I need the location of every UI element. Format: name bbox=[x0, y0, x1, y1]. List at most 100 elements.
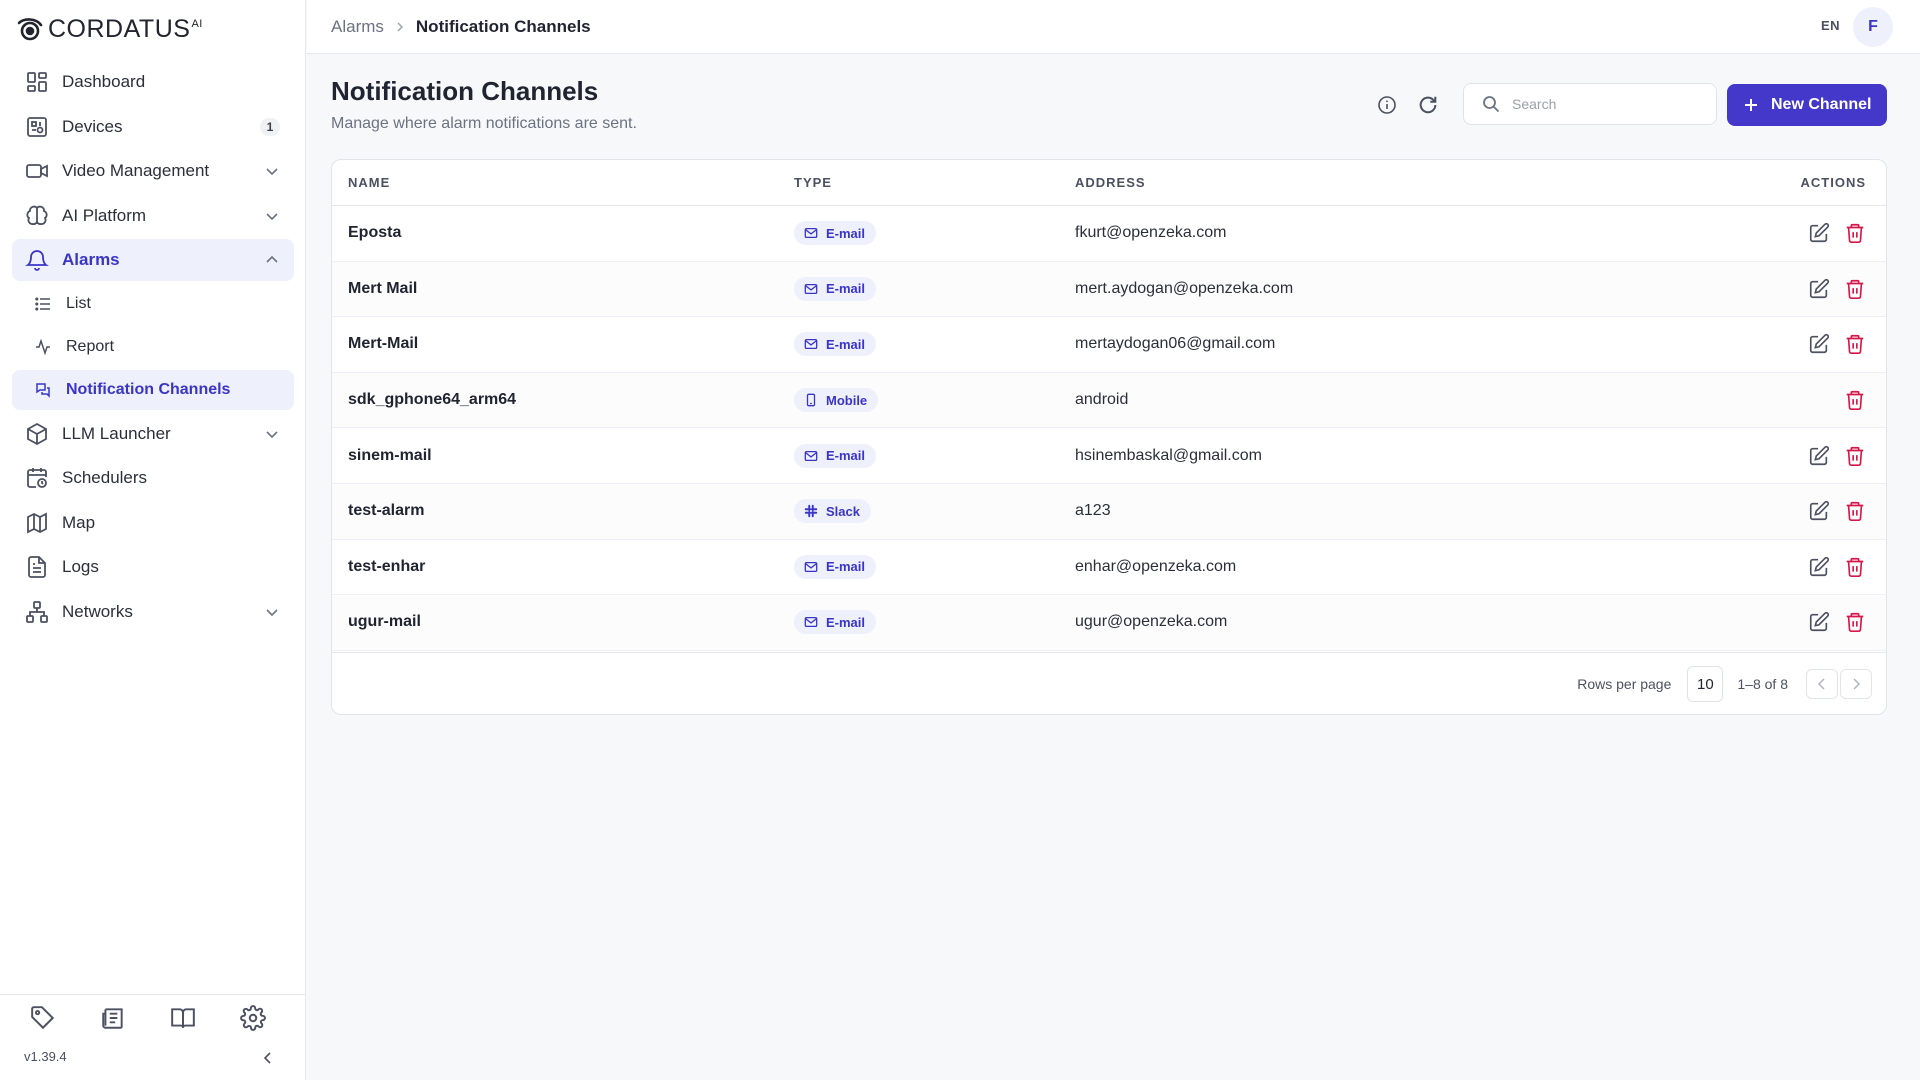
next-page-button[interactable] bbox=[1840, 668, 1872, 699]
sidebar-item-alarms[interactable]: Alarms bbox=[12, 239, 294, 281]
channel-address: android bbox=[1075, 391, 1129, 409]
gear-icon[interactable] bbox=[240, 1005, 266, 1031]
sidebar-footer: v1.39.4 bbox=[0, 994, 306, 1080]
sidebar-item-label: LLM Launcher bbox=[62, 423, 171, 443]
channel-type-cell: Slack bbox=[794, 499, 1075, 524]
search-box[interactable] bbox=[1463, 83, 1717, 125]
mail-icon bbox=[804, 560, 818, 574]
channel-type-label: Slack bbox=[826, 503, 860, 519]
trash-icon[interactable] bbox=[1844, 500, 1866, 522]
cube-icon bbox=[24, 421, 50, 447]
table-row: test-alarm Slack a123 bbox=[332, 483, 1886, 540]
sidebar-subitem-label: Report bbox=[66, 337, 115, 355]
channel-type-badge: E-mail bbox=[794, 332, 877, 357]
channel-type-cell: E-mail bbox=[794, 610, 1075, 635]
map-icon bbox=[24, 510, 50, 536]
app-version: v1.39.4 bbox=[24, 1049, 67, 1064]
breadcrumb-alarms-link[interactable]: Alarms bbox=[331, 17, 384, 37]
sidebar-subitem-notification-channels[interactable]: Notification Channels bbox=[12, 369, 294, 410]
trash-icon[interactable] bbox=[1844, 445, 1866, 467]
brand-logo[interactable]: CORDATUSAI bbox=[16, 14, 203, 44]
sidebar-item-label: Map bbox=[62, 512, 96, 532]
channel-type-badge: E-mail bbox=[794, 554, 877, 579]
sidebar-item-label: Logs bbox=[62, 557, 99, 576]
channel-name: sinem-mail bbox=[348, 446, 432, 464]
table-row: sinem-mail E-mail hsinembaskal@gmail.com bbox=[332, 428, 1886, 484]
edit-icon[interactable] bbox=[1808, 278, 1830, 300]
page-title: Notification Channels bbox=[331, 76, 599, 106]
channel-type-cell: Mobile bbox=[794, 388, 1075, 413]
bell-icon bbox=[24, 247, 50, 273]
chevron-left-icon bbox=[1817, 677, 1825, 690]
info-icon[interactable] bbox=[1377, 95, 1397, 115]
edit-icon[interactable] bbox=[1808, 556, 1830, 578]
channel-address: mert.aydogan@openzeka.com bbox=[1075, 279, 1294, 297]
channel-type-label: E-mail bbox=[826, 559, 866, 575]
channel-type-cell: E-mail bbox=[794, 554, 1075, 579]
channel-type-label: E-mail bbox=[826, 614, 866, 630]
chevron-down-icon bbox=[266, 212, 278, 220]
eye-logo-icon bbox=[17, 18, 43, 41]
chevron-down-icon bbox=[266, 608, 278, 616]
edit-icon[interactable] bbox=[1808, 333, 1830, 355]
column-header-name[interactable]: NAME bbox=[332, 175, 794, 190]
channel-address: ugur@openzeka.com bbox=[1075, 613, 1228, 631]
pagination-range: 1–8 of 8 bbox=[1737, 675, 1788, 692]
new-channel-button[interactable]: New Channel bbox=[1727, 84, 1887, 126]
newspaper-icon[interactable] bbox=[100, 1005, 126, 1031]
trash-icon[interactable] bbox=[1844, 389, 1866, 411]
previous-page-button[interactable] bbox=[1806, 668, 1838, 699]
language-switcher[interactable]: EN bbox=[1821, 18, 1840, 33]
table-row: Eposta E-mail fkurt@openzeka.com bbox=[332, 206, 1886, 262]
top-bar: Alarms Notification Channels EN F bbox=[307, 0, 1920, 54]
search-icon bbox=[1483, 96, 1500, 113]
sidebar-item-ai-platform[interactable]: AI Platform bbox=[12, 195, 294, 237]
sidebar-subitem-report[interactable]: Report bbox=[12, 327, 294, 367]
edit-icon[interactable] bbox=[1808, 222, 1830, 244]
edit-icon[interactable] bbox=[1808, 611, 1830, 633]
sidebar-item-llm-launcher[interactable]: LLM Launcher bbox=[12, 413, 294, 455]
channel-name: test-alarm bbox=[348, 502, 425, 520]
sidebar: CORDATUSAI Dashboard Devices 1 Video Man… bbox=[0, 0, 306, 1080]
sidebar-item-map[interactable]: Map bbox=[12, 502, 294, 544]
column-header-address[interactable]: ADDRESS bbox=[1075, 175, 1775, 190]
edit-icon[interactable] bbox=[1808, 445, 1830, 467]
sidebar-item-devices[interactable]: Devices 1 bbox=[12, 106, 294, 148]
row-actions bbox=[1775, 389, 1886, 411]
sidebar-item-logs[interactable]: Logs bbox=[12, 546, 294, 588]
row-actions bbox=[1775, 278, 1886, 300]
channel-type-badge: Slack bbox=[794, 499, 871, 524]
list-icon bbox=[34, 295, 52, 313]
refresh-icon[interactable] bbox=[1417, 94, 1439, 116]
collapse-sidebar-chevron-left-icon[interactable] bbox=[260, 1050, 276, 1066]
trash-icon[interactable] bbox=[1844, 333, 1866, 355]
sidebar-subitem-list[interactable]: List bbox=[12, 284, 294, 324]
trash-icon[interactable] bbox=[1844, 278, 1866, 300]
row-actions bbox=[1775, 611, 1886, 633]
channel-name: sdk_gphone64_arm64 bbox=[348, 391, 517, 409]
trash-icon[interactable] bbox=[1844, 556, 1866, 578]
channel-name: Mert-Mail bbox=[348, 335, 419, 353]
sidebar-item-video-management[interactable]: Video Management bbox=[12, 150, 294, 192]
trash-icon[interactable] bbox=[1844, 222, 1866, 244]
sidebar-item-label: Alarms bbox=[62, 250, 120, 269]
smartphone-icon bbox=[804, 393, 818, 407]
channel-address: enhar@openzeka.com bbox=[1075, 557, 1237, 575]
row-actions bbox=[1775, 333, 1886, 355]
tag-icon[interactable] bbox=[30, 1005, 56, 1031]
file-text-icon bbox=[24, 554, 50, 580]
user-avatar[interactable]: F bbox=[1853, 7, 1893, 47]
rows-per-page-select[interactable]: 10 bbox=[1687, 665, 1724, 702]
rows-per-page-label: Rows per page bbox=[1577, 675, 1672, 692]
sidebar-item-networks[interactable]: Networks bbox=[12, 591, 294, 633]
channel-type-label: E-mail bbox=[826, 448, 866, 464]
edit-icon[interactable] bbox=[1808, 500, 1830, 522]
column-header-type[interactable]: TYPE bbox=[794, 175, 1075, 190]
sidebar-item-schedulers[interactable]: Schedulers bbox=[12, 457, 294, 499]
channel-type-badge: E-mail bbox=[794, 276, 877, 301]
table-body: Eposta E-mail fkurt@openzeka.com Mert Mail E… bbox=[332, 206, 1886, 651]
sidebar-item-dashboard[interactable]: Dashboard bbox=[12, 61, 294, 103]
book-open-icon[interactable] bbox=[170, 1005, 196, 1031]
search-input[interactable] bbox=[1512, 96, 1692, 112]
trash-icon[interactable] bbox=[1844, 611, 1866, 633]
